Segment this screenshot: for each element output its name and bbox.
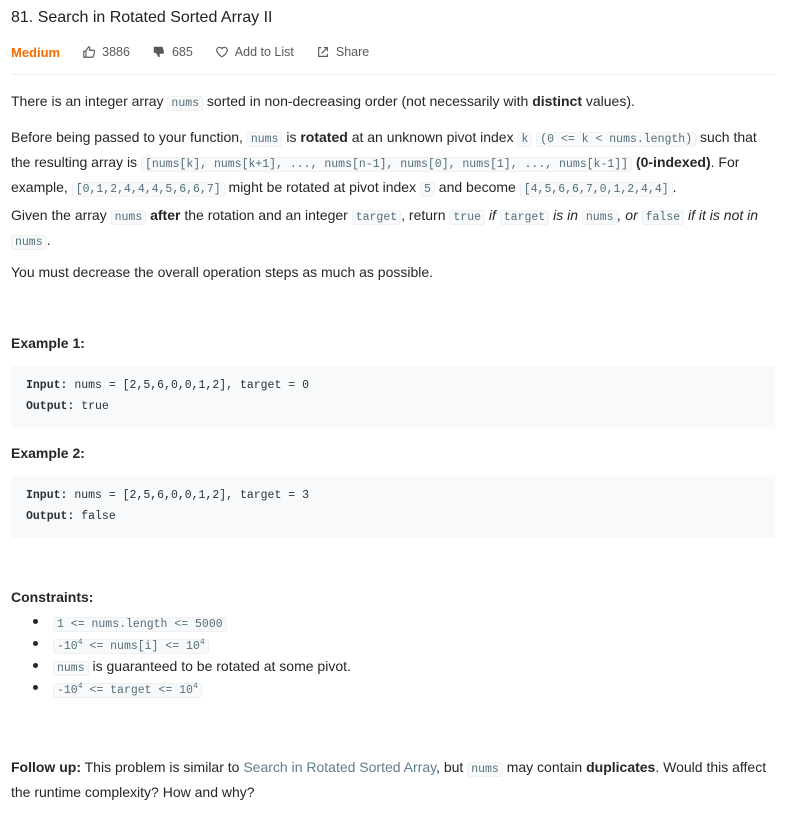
example-2-title: Example 2: [11,445,85,461]
text: . [672,179,677,195]
text: <= target <= 10 [89,684,193,697]
input-label: Input: [26,379,68,392]
thumbs-up-icon [83,46,96,58]
description-paragraph-2: Before being passed to your function, nu… [11,126,775,201]
list-item: 1 <= nums.length <= 5000 [11,611,775,633]
inline-code: target [351,210,402,225]
add-to-list-button[interactable]: Add to List [215,45,294,59]
bold-text: (0-indexed) [635,154,711,170]
text: at an unknown pivot index [351,129,514,145]
inline-code: [0,1,2,4,4,4,5,6,6,7] [71,182,225,197]
header-divider [11,74,775,75]
text: -10 [57,684,78,697]
follow-up-paragraph: Follow up: This problem is similar to Se… [11,756,775,803]
example-output: true [81,400,109,413]
problem-meta-bar: Medium 3886 685 Add to List Share [11,43,391,61]
dislike-count: 685 [171,45,193,59]
bold-text: rotated [300,129,348,145]
share-label: Share [335,45,370,59]
heart-icon [215,46,228,58]
inline-code: 5 [419,182,435,197]
bold-text: Follow up: [11,759,81,775]
inline-code: nums [110,210,147,225]
text: , but [436,759,464,775]
text: Before being passed to your function, [11,129,243,145]
example-2-block: Input: nums = [2,5,6,0,0,1,2], target = … [11,476,775,538]
inline-code: -104 <= nums[i] <= 104 [53,639,209,654]
text: sorted in non-decreasing order (not nece… [206,93,529,109]
share-icon [317,47,328,57]
inline-code: nums [167,96,204,111]
input-label: Input: [26,489,68,502]
text: is guaranteed to be rotated at some pivo… [92,658,351,674]
inline-code: 1 <= nums.length <= 5000 [53,617,227,632]
constraints-list: 1 <= nums.length <= 5000 -104 <= nums[i]… [11,611,775,699]
superscript: 4 [199,638,205,648]
difficulty-badge: Medium [11,44,61,60]
example-input: nums = [2,5,6,0,0,1,2], target = 0 [74,379,309,392]
description-paragraph-4: You must decrease the overall operation … [11,264,434,280]
share-button[interactable]: Share [316,45,369,59]
text: values). [585,93,635,109]
bold-text: after [150,207,181,223]
italic-text: if [488,207,496,223]
related-problem-link[interactable]: Search in Rotated Sorted Array [243,759,436,775]
text: , return [401,207,446,223]
dislike-button[interactable]: 685 [152,45,193,59]
example-1-block: Input: nums = [2,5,6,0,0,1,2], target = … [11,366,775,428]
superscript: 4 [77,638,83,648]
italic-text: , or [617,207,638,223]
inline-code: nums [11,235,47,250]
text: This problem is similar to [84,759,240,775]
italic-text: if it is not in [688,207,759,223]
add-to-list-label: Add to List [234,45,294,59]
output-label: Output: [26,510,75,523]
text: <= nums[i] <= 10 [89,640,200,653]
like-button[interactable]: 3886 [82,45,130,59]
list-item: -104 <= target <= 104 [11,677,775,699]
description-paragraph-1: There is an integer array nums sorted in… [11,90,635,115]
problem-title: 81. Search in Rotated Sorted Array II [11,9,273,26]
text: is [286,129,297,145]
inline-code: [4,5,6,6,7,0,1,2,4,4] [519,182,673,197]
inline-code: (0 <= k < nums.length) [536,132,697,147]
inline-code: true [449,210,485,225]
bold-text: distinct [532,93,582,109]
like-count: 3886 [102,45,130,59]
inline-code: target [499,210,550,225]
superscript: 4 [192,682,198,692]
inline-code: [nums[k], nums[k+1], ..., nums[n-1], num… [140,157,633,172]
description-paragraph-3: Given the array nums after the rotation … [11,204,775,254]
example-input: nums = [2,5,6,0,0,1,2], target = 3 [74,489,309,502]
output-label: Output: [26,400,75,413]
list-item: nums is guaranteed to be rotated at some… [11,655,775,677]
inline-code: nums [467,762,503,777]
text: might be rotated at pivot index [228,179,417,195]
inline-code: nums [246,132,283,147]
inline-code: k [517,132,533,147]
text: There is an integer array [11,93,164,109]
text: the rotation and an integer [184,207,348,223]
superscript: 4 [77,682,83,692]
text: -10 [57,640,78,653]
inline-code: -104 <= target <= 104 [53,683,202,698]
list-item: -104 <= nums[i] <= 104 [11,633,775,655]
example-output: false [81,510,116,523]
bold-text: duplicates [586,759,656,775]
text: Given the array [11,207,107,223]
text: . [46,232,51,248]
example-1-title: Example 1: [11,335,85,351]
inline-code: false [641,210,685,225]
text: and become [438,179,516,195]
inline-code: nums [53,661,89,676]
constraints-title: Constraints: [11,589,94,605]
text: may contain [506,759,583,775]
thumbs-down-icon [153,46,164,58]
italic-text: is in [553,207,578,223]
inline-code: nums [581,210,618,225]
